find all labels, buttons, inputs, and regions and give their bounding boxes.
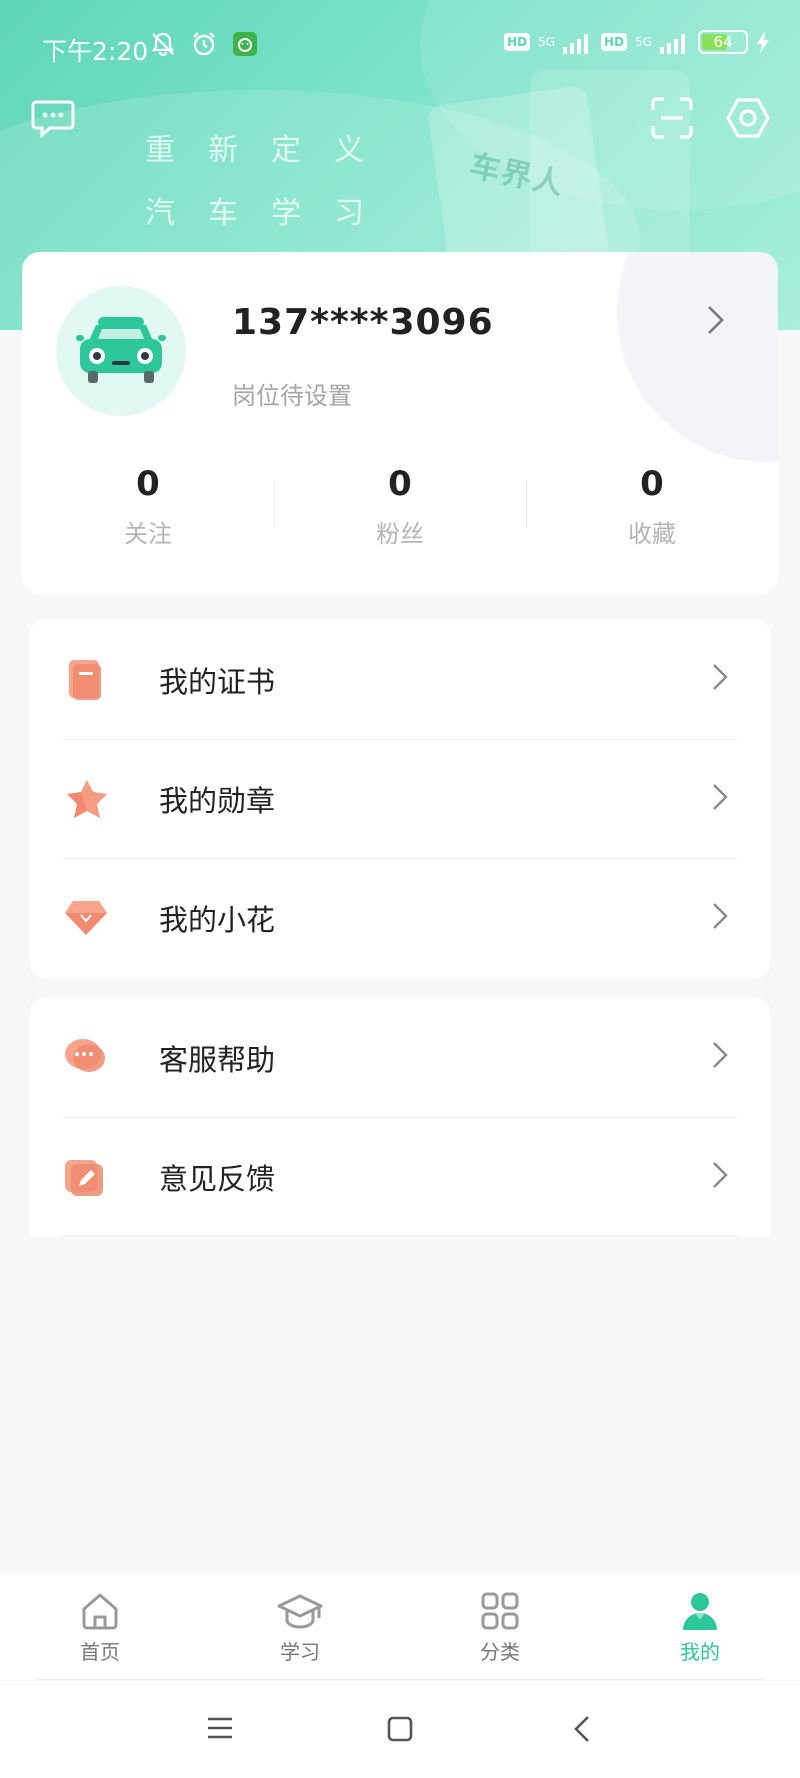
- tab-label: 我的: [680, 1640, 720, 1664]
- tab-study[interactable]: 学习: [200, 1574, 400, 1680]
- menu-item-label: 我的小花: [159, 903, 276, 937]
- network-type: 5G: [635, 35, 652, 49]
- battery-level: 64: [713, 33, 733, 51]
- app-notification-icon: [233, 32, 257, 56]
- tab-label: 分类: [480, 1640, 520, 1664]
- network-type: 5G: [538, 35, 556, 49]
- tab-home[interactable]: 首页: [0, 1574, 200, 1680]
- message-icon[interactable]: [30, 96, 76, 142]
- stat-value: 0: [640, 464, 664, 504]
- username: 137****3096: [232, 302, 494, 343]
- status-bar: 下午2:20 HD 5G HD 5G 64: [0, 0, 800, 92]
- menu-item-feedback[interactable]: 意见反馈: [63, 1117, 737, 1236]
- tab-mine[interactable]: 我的: [600, 1574, 800, 1680]
- status-right: HD 5G HD 5G 64: [504, 30, 770, 54]
- menu-group-support: 客服帮助 意见反馈: [30, 998, 770, 1236]
- stat-value: 0: [388, 464, 412, 504]
- menu-item-label: 我的勋章: [159, 784, 276, 818]
- stat-following[interactable]: 0 关注: [22, 464, 274, 554]
- tab-category[interactable]: 分类: [400, 1574, 600, 1680]
- signal-icon: [660, 34, 685, 54]
- settings-icon[interactable]: [726, 96, 770, 140]
- chat-bubble-icon: [65, 1039, 105, 1072]
- stat-followers[interactable]: 0 粉丝: [274, 464, 526, 554]
- tab-label: 学习: [280, 1640, 320, 1664]
- certificate-icon: [69, 660, 101, 700]
- status-time: 下午2:20: [42, 37, 149, 66]
- graduation-cap-icon: [277, 1594, 323, 1629]
- home-button-icon[interactable]: [386, 1715, 414, 1743]
- flower-icon: [65, 901, 107, 935]
- profile-stats: 0 关注 0 粉丝 0 收藏: [22, 464, 778, 554]
- bottom-tab-bar: 首页 学习 分类 我的: [0, 1574, 800, 1680]
- charging-icon: [757, 31, 769, 53]
- user-icon: [683, 1593, 717, 1630]
- menu-item-certificates[interactable]: 我的证书: [63, 620, 737, 739]
- menu-group-achievements: 我的证书 我的勋章 我的小花: [30, 620, 770, 978]
- stat-label: 粉丝: [376, 520, 424, 548]
- back-icon[interactable]: [572, 1715, 592, 1743]
- avatar[interactable]: [56, 286, 186, 416]
- hd-badge: HD: [504, 33, 531, 51]
- chevron-right-icon[interactable]: [706, 304, 726, 336]
- stat-value: 0: [136, 464, 160, 504]
- divider: [38, 1679, 762, 1680]
- menu-item-label: 客服帮助: [159, 1042, 276, 1077]
- banner-slogan-line1: 重新定义: [145, 133, 397, 168]
- card-decoration: [617, 252, 778, 462]
- menu-item-flowers[interactable]: 我的小花: [63, 858, 737, 977]
- menu-item-customer-service[interactable]: 客服帮助: [63, 998, 737, 1117]
- grid-icon: [481, 1592, 519, 1630]
- chevron-right-icon: [713, 1042, 728, 1068]
- stat-label: 关注: [124, 520, 172, 548]
- menu-item-label: 我的证书: [159, 664, 276, 699]
- banner-slogan-line2: 汽车学习: [145, 196, 397, 231]
- chevron-right-icon: [713, 784, 728, 810]
- battery-indicator: 64: [698, 30, 748, 54]
- menu-item-label: 意见反馈: [159, 1161, 276, 1196]
- stat-favorites[interactable]: 0 收藏: [526, 464, 778, 554]
- menu-icon[interactable]: [206, 1715, 234, 1741]
- hd-badge: HD: [601, 33, 628, 51]
- bell-muted-icon: [151, 32, 175, 57]
- chevron-right-icon: [713, 903, 728, 929]
- alarm-icon: [193, 32, 215, 56]
- status-icons: [150, 30, 258, 58]
- tab-label: 首页: [80, 1640, 120, 1664]
- job-position: 岗位待设置: [232, 382, 352, 410]
- menu-item-medals[interactable]: 我的勋章: [63, 739, 737, 858]
- stat-label: 收藏: [628, 520, 676, 548]
- home-icon: [82, 1593, 118, 1630]
- profile-card[interactable]: 137****3096 岗位待设置 0 关注 0 粉丝 0 收藏: [22, 252, 778, 594]
- car-avatar-icon: [76, 317, 166, 383]
- medal-icon: [67, 780, 107, 818]
- feedback-icon: [65, 1160, 103, 1196]
- chevron-right-icon: [713, 664, 728, 690]
- signal-icon: [563, 34, 589, 54]
- system-navigation-bar: [0, 1681, 800, 1778]
- chevron-right-icon: [713, 1162, 728, 1188]
- scan-icon[interactable]: [650, 96, 694, 140]
